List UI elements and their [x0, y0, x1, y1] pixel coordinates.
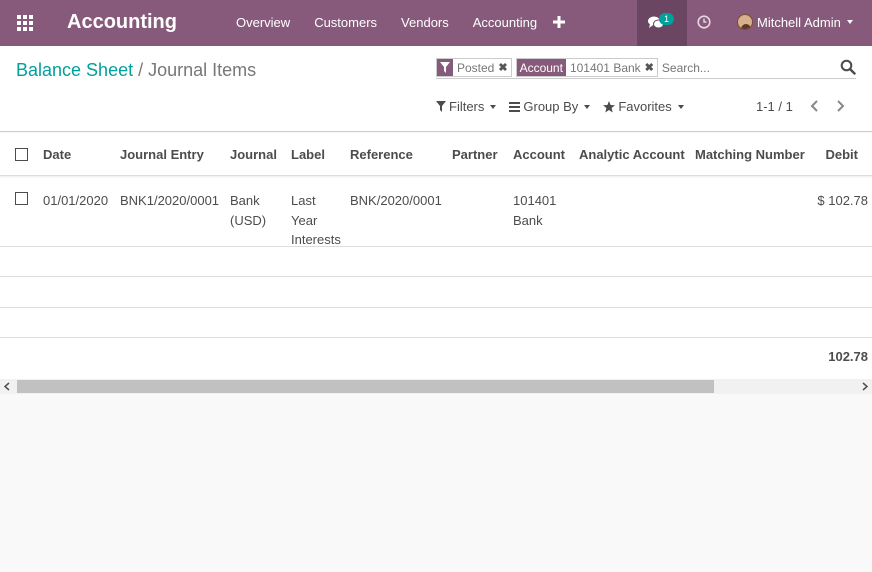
column-partner[interactable]: Partner — [452, 147, 498, 162]
column-matching-number[interactable]: Matching Number — [695, 147, 805, 162]
journal-items-table: Date Journal Entry Journal Label Referen… — [0, 133, 872, 379]
facet-value: Posted — [457, 60, 495, 75]
star-icon — [603, 100, 616, 112]
chat-badge: 1 — [659, 13, 675, 25]
menu-accounting[interactable]: Accounting — [461, 0, 549, 46]
breadcrumb-current: Journal Items — [148, 60, 257, 80]
breadcrumb-separator: / — [138, 60, 144, 80]
chevron-left-icon[interactable] — [810, 100, 819, 112]
column-reference[interactable]: Reference — [350, 147, 413, 162]
user-name: Mitchell Admin — [757, 14, 841, 30]
filter-icon — [437, 59, 453, 76]
cell-journal: Bank (USD) — [230, 193, 267, 228]
facet-label: Account — [516, 59, 566, 76]
list-icon — [509, 101, 521, 112]
chevron-right-icon[interactable] — [836, 100, 845, 112]
app-brand[interactable]: Accounting — [67, 11, 177, 34]
apps-menu-icon[interactable] — [10, 10, 40, 36]
messaging-button[interactable]: 1 — [637, 0, 687, 46]
favorites-label: Favorites — [618, 99, 672, 114]
caret-down-icon — [846, 20, 853, 24]
cell-date: 01/01/2020 — [43, 193, 109, 208]
table-row[interactable]: 01/01/2020 BNK1/2020/0001 Bank (USD) Las… — [0, 177, 872, 247]
control-panel: Balance Sheet / Journal Items Posted ✖ Acc… — [0, 46, 872, 132]
avatar — [737, 14, 753, 30]
cell-debit: $ 102.78 — [817, 193, 868, 208]
group-by-label: Group By — [523, 99, 579, 114]
facet-posted: Posted ✖ — [436, 58, 512, 77]
user-menu[interactable]: Mitchell Admin — [737, 14, 853, 30]
table-header: Date Journal Entry Journal Label Referen… — [0, 133, 872, 176]
cell-reference: BNK/2020/0001 — [350, 193, 442, 208]
facet-account: Account 101401 Bank ✖ — [515, 58, 658, 77]
caret-down-icon — [490, 104, 497, 109]
menu-customers[interactable]: Customers — [302, 0, 389, 46]
column-analytic-account[interactable]: Analytic Account — [579, 147, 685, 162]
column-journal-entry[interactable]: Journal Entry — [120, 147, 204, 162]
close-icon[interactable]: ✖ — [645, 59, 657, 76]
favorites-dropdown[interactable]: Favorites — [603, 99, 684, 114]
select-all-checkbox[interactable] — [15, 148, 28, 161]
empty-row — [0, 308, 872, 338]
menu-overview[interactable]: Overview — [224, 0, 302, 46]
search-bar: Posted ✖ Account 101401 Bank ✖ — [436, 57, 856, 79]
column-journal[interactable]: Journal — [230, 147, 277, 162]
search-input[interactable] — [661, 60, 812, 75]
column-date[interactable]: Date — [43, 147, 71, 162]
scroll-left-icon[interactable] — [4, 382, 10, 391]
clock-icon[interactable] — [697, 15, 711, 29]
cell-journal-entry: BNK1/2020/0001 — [120, 193, 220, 208]
row-checkbox[interactable] — [15, 192, 28, 205]
cell-label: Last Year Interests — [291, 193, 341, 247]
top-navbar: Accounting Overview Customers Vendors Ac… — [0, 0, 872, 46]
debit-total: 102.78 — [828, 349, 868, 364]
group-by-dropdown[interactable]: Group By — [509, 99, 591, 114]
menu-vendors[interactable]: Vendors — [389, 0, 461, 46]
search-icon[interactable] — [840, 59, 856, 75]
filters-dropdown[interactable]: Filters — [436, 99, 497, 114]
pager-value[interactable]: 1-1 / 1 — [756, 99, 793, 114]
breadcrumb-parent[interactable]: Balance Sheet — [16, 60, 133, 80]
search-options: Filters Group By Favorites — [436, 99, 697, 114]
scroll-right-icon[interactable] — [862, 382, 868, 391]
breadcrumb: Balance Sheet / Journal Items — [16, 60, 256, 81]
column-label[interactable]: Label — [291, 147, 325, 162]
horizontal-scrollbar[interactable] — [0, 379, 872, 394]
close-icon[interactable]: ✖ — [498, 59, 510, 76]
main-menu: Overview Customers Vendors Accounting — [224, 0, 549, 46]
filters-label: Filters — [449, 99, 485, 114]
plus-icon[interactable] — [551, 14, 567, 30]
column-debit[interactable]: Debit — [826, 147, 859, 162]
facet-value: 101401 Bank — [569, 60, 641, 75]
caret-down-icon — [677, 104, 684, 109]
caret-down-icon — [584, 104, 591, 109]
empty-row — [0, 277, 872, 308]
cell-account: 101401 Bank — [513, 193, 557, 228]
empty-row — [0, 247, 872, 277]
column-account[interactable]: Account — [513, 147, 565, 162]
filter-icon — [436, 101, 446, 112]
scrollbar-thumb[interactable] — [17, 380, 714, 393]
